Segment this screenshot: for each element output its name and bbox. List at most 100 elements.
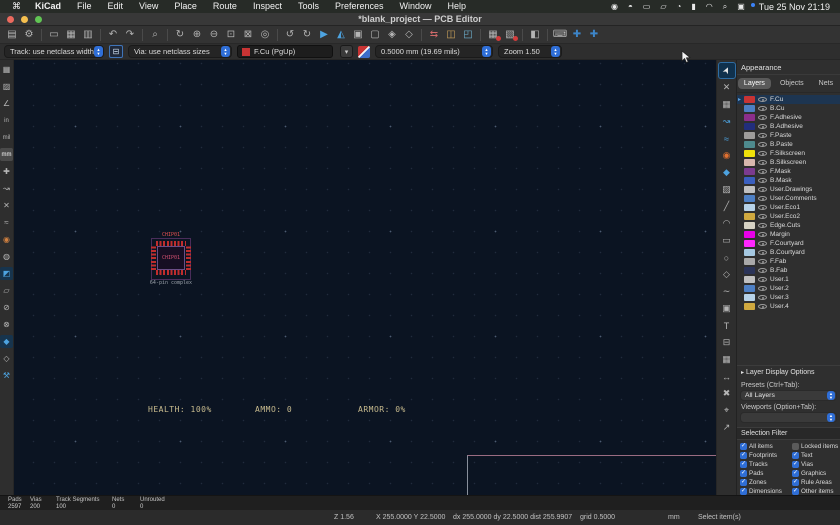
unlock-button[interactable]: ◇ bbox=[401, 27, 417, 42]
layer-row[interactable]: B.Cu bbox=[737, 104, 840, 113]
layer-swatch[interactable] bbox=[744, 231, 755, 238]
ungroup-button[interactable]: ▢ bbox=[367, 27, 383, 42]
draw-rectangle-button[interactable]: ▭ bbox=[719, 233, 735, 248]
visibility-eye-icon[interactable] bbox=[758, 214, 767, 219]
draw-line-button[interactable]: ╱ bbox=[719, 199, 735, 214]
layer-row[interactable]: User.4 bbox=[737, 302, 840, 311]
zoom-objects-button[interactable]: ◎ bbox=[257, 27, 273, 42]
layer-swatch[interactable] bbox=[744, 105, 755, 112]
layer-swatch[interactable] bbox=[744, 213, 755, 220]
presets-select[interactable]: All Layers ▲▼ bbox=[740, 390, 837, 401]
layer-row[interactable]: User.2 bbox=[737, 284, 840, 293]
keystroke-viewer-icon[interactable]: ◓ bbox=[623, 2, 638, 11]
checkbox[interactable] bbox=[740, 443, 747, 450]
ammo-text[interactable]: AMMO: 0 bbox=[255, 405, 292, 414]
layer-row[interactable]: User.3 bbox=[737, 293, 840, 302]
layer-swatch[interactable] bbox=[744, 186, 755, 193]
add-image-button[interactable]: ▣ bbox=[719, 301, 735, 316]
layer-swatch[interactable] bbox=[744, 258, 755, 265]
visibility-eye-icon[interactable] bbox=[758, 196, 767, 201]
layer-row[interactable]: B.Courtyard bbox=[737, 248, 840, 257]
page-settings-button[interactable]: ▭ bbox=[46, 27, 62, 42]
active-layer-select[interactable]: F.Cu (PgUp) bbox=[237, 45, 333, 58]
grid-off-toggle[interactable]: ▨ bbox=[0, 80, 13, 93]
layer-row[interactable]: F.Silkscreen bbox=[737, 149, 840, 158]
spotlight-icon[interactable]: ⌕ bbox=[718, 2, 732, 12]
layer-row[interactable]: B.Fab bbox=[737, 266, 840, 275]
health-text[interactable]: HEALTH: 100% bbox=[148, 405, 212, 414]
menu-clock[interactable]: Tue 25 Nov 21:19 bbox=[755, 2, 834, 12]
stage-manager-icon[interactable]: ▱ bbox=[655, 2, 671, 11]
layer-swatch[interactable] bbox=[744, 294, 755, 301]
screen-record-icon[interactable]: ◉ bbox=[606, 2, 623, 11]
filter-all-items[interactable]: All items bbox=[740, 443, 792, 450]
layer-swatch[interactable] bbox=[744, 123, 755, 130]
mirror-button[interactable]: ◭ bbox=[333, 27, 349, 42]
visibility-eye-icon[interactable] bbox=[758, 133, 767, 138]
filter-vias[interactable]: Vias bbox=[792, 461, 838, 468]
visibility-eye-icon[interactable] bbox=[758, 295, 767, 300]
checkbox[interactable] bbox=[792, 452, 799, 459]
checkbox[interactable] bbox=[792, 470, 799, 477]
layer-swatch[interactable] bbox=[744, 195, 755, 202]
visibility-eye-icon[interactable] bbox=[758, 142, 767, 147]
grid-origin-button[interactable]: ⌖ bbox=[719, 403, 735, 418]
footprint-pads-bottom[interactable] bbox=[156, 270, 186, 275]
filled-zones-toggle[interactable]: ◆ bbox=[0, 335, 13, 348]
save-button[interactable]: ▤ bbox=[4, 27, 20, 42]
layer-dropdown-button[interactable]: ▾ bbox=[340, 45, 353, 58]
curved-ratsnest-toggle[interactable]: ≈ bbox=[0, 216, 13, 229]
layer-display-options-expander[interactable]: ▸ Layer Display Options bbox=[737, 365, 840, 379]
rotate-cw-button[interactable]: ↻ bbox=[299, 27, 315, 42]
measure-button[interactable]: ↗ bbox=[719, 420, 735, 435]
print-button[interactable]: ▦ bbox=[63, 27, 79, 42]
filter-footprints[interactable]: Footprints bbox=[740, 452, 792, 459]
visibility-eye-icon[interactable] bbox=[758, 115, 767, 120]
display-icon[interactable]: ▭ bbox=[638, 2, 656, 11]
layer-row[interactable]: User.Eco1 bbox=[737, 203, 840, 212]
layer-row[interactable]: User.Eco2 bbox=[737, 212, 840, 221]
layer-swatch[interactable] bbox=[744, 114, 755, 121]
wifi-icon[interactable]: ◠ bbox=[701, 2, 718, 11]
local-ratsnest-button[interactable]: ✕ bbox=[719, 80, 735, 95]
update-footprints-button[interactable]: ▦ bbox=[485, 27, 501, 42]
layer-swatch[interactable] bbox=[744, 141, 755, 148]
filter-text[interactable]: Text bbox=[792, 452, 838, 459]
layer-row[interactable]: B.Paste bbox=[737, 140, 840, 149]
fast-user-switch-icon[interactable]: ▣ bbox=[732, 2, 750, 11]
add-dimension-button[interactable]: ↔ bbox=[719, 369, 735, 384]
layer-row[interactable]: F.Adhesive bbox=[737, 113, 840, 122]
filter-tracks[interactable]: Tracks bbox=[740, 461, 792, 468]
tab-nets[interactable]: Nets bbox=[813, 78, 839, 89]
run-drc-button[interactable]: ▧ bbox=[502, 27, 518, 42]
rotate-ccw-button[interactable]: ↺ bbox=[282, 27, 298, 42]
schematic-parity-button[interactable]: ◫ bbox=[443, 27, 459, 42]
viewports-select[interactable]: ▲▼ bbox=[740, 412, 837, 423]
filter-other-items[interactable]: Other items bbox=[792, 488, 838, 495]
visibility-eye-icon[interactable] bbox=[758, 178, 767, 183]
toggle-layers-manager-button[interactable]: ◧ bbox=[527, 27, 543, 42]
menu-view[interactable]: View bbox=[131, 0, 166, 13]
layer-swatch[interactable] bbox=[744, 240, 755, 247]
visibility-eye-icon[interactable] bbox=[758, 286, 767, 291]
net-color-mode-toggle[interactable]: ◍ bbox=[0, 250, 13, 263]
plugin-button-b[interactable]: ✚ bbox=[586, 27, 602, 42]
board-setup-button[interactable]: ⚙ bbox=[21, 27, 37, 42]
battery-icon[interactable]: ▮ bbox=[686, 2, 700, 11]
redo-button[interactable]: ↷ bbox=[122, 27, 138, 42]
layer-row[interactable]: F.Mask bbox=[737, 167, 840, 176]
units-mm-button[interactable]: mm bbox=[0, 148, 13, 161]
filter-graphics[interactable]: Graphics bbox=[792, 470, 838, 477]
visibility-eye-icon[interactable] bbox=[758, 169, 767, 174]
tab-layers[interactable]: Layers bbox=[738, 78, 771, 89]
dim-inactive-layers-toggle[interactable]: ◩ bbox=[0, 267, 13, 280]
layer-swatch[interactable] bbox=[744, 276, 755, 283]
add-footprint-button[interactable]: ▦ bbox=[719, 97, 735, 112]
menu-place[interactable]: Place bbox=[166, 0, 205, 13]
checkbox[interactable] bbox=[792, 461, 799, 468]
checkbox[interactable] bbox=[740, 461, 747, 468]
delete-tool-button[interactable]: ✖ bbox=[719, 386, 735, 401]
menu-preferences[interactable]: Preferences bbox=[327, 0, 392, 13]
checkbox[interactable] bbox=[740, 488, 747, 495]
footprint-chip[interactable]: CHIP01 CHIP01 64-pin complex bbox=[148, 232, 194, 288]
